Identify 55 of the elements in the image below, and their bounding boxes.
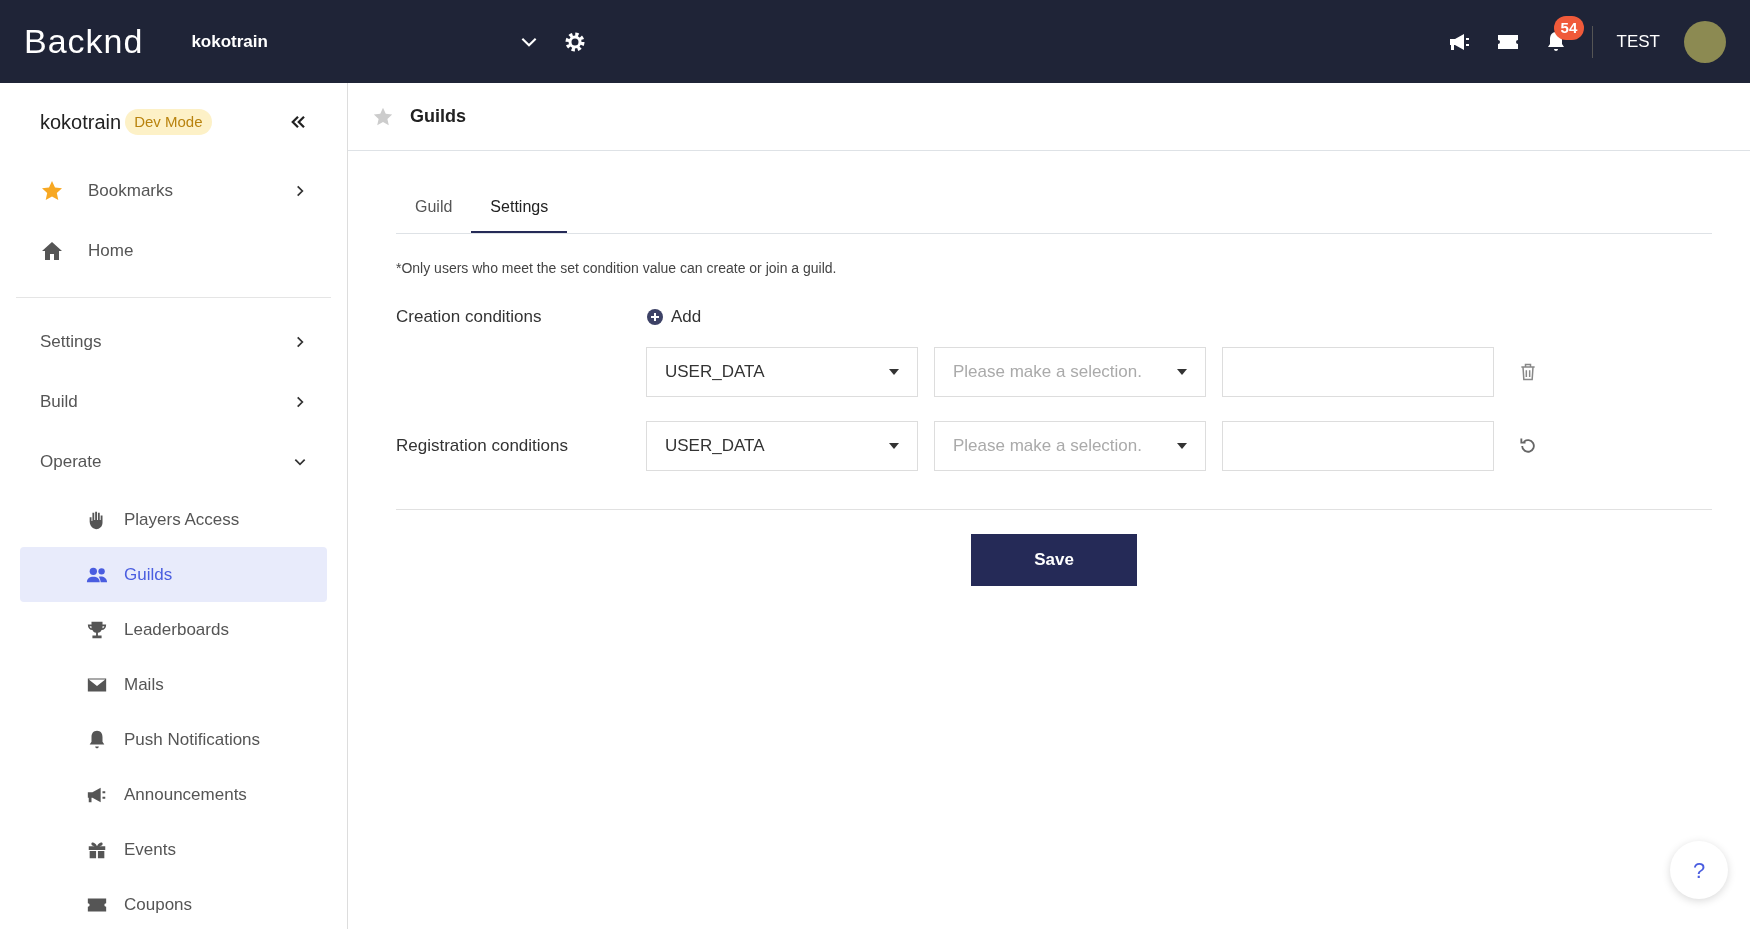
sidebar-label: Coupons [124, 893, 193, 916]
plus-circle-icon [647, 308, 663, 325]
sidebar-item[interactable]: Players Access [20, 492, 327, 547]
type-dropdown[interactable]: USER_DATA [646, 346, 918, 397]
star-icon [40, 179, 64, 203]
tab[interactable]: Guild [396, 183, 472, 233]
trash-icon[interactable] [1518, 361, 1538, 382]
condition-label: Creation conditions [396, 306, 543, 328]
sidebar-section[interactable]: Operate [20, 432, 327, 492]
save-button[interactable]: Save [971, 533, 1137, 586]
sidebar-item[interactable]: Home [20, 221, 327, 281]
sidebar-item[interactable]: Push Notifications [20, 712, 327, 767]
help-button[interactable]: ? [1670, 841, 1728, 899]
value-field[interactable] [1222, 420, 1494, 471]
condition-label: Registration conditions [396, 434, 569, 457]
project-name[interactable]: kokotrain [191, 28, 472, 55]
sidebar-label: Events [124, 838, 176, 861]
sidebar-label: Home [88, 240, 134, 263]
sidebar-item[interactable]: Bookmarks [20, 161, 327, 221]
sidebar-item[interactable]: Guilds [20, 547, 327, 602]
sidebar-label: Push Notifications [124, 728, 261, 751]
user-name[interactable]: TEST [1616, 28, 1660, 55]
add-button[interactable]: Add [646, 303, 703, 331]
sidebar-label: Leaderboards [124, 618, 229, 641]
sidebar-label: Players Access [124, 508, 240, 531]
home-icon [40, 239, 64, 263]
caret-icon [1177, 442, 1187, 449]
type-dropdown[interactable]: USER_DATA [646, 420, 918, 471]
avatar-photo-placeholder[interactable] [1684, 20, 1726, 63]
sidebar-item[interactable]: Mails [20, 657, 327, 712]
page-title: Guilds [410, 105, 466, 128]
section-label: Operate [40, 451, 102, 474]
collapse-icon[interactable] [289, 113, 307, 131]
sidebar-item[interactable]: Leaderboards [20, 602, 327, 657]
project-title: kokotrain [40, 110, 122, 135]
section-label: Settings [40, 331, 102, 354]
info-note: *Only users who meet the set condition value can create or join a guild. [396, 259, 838, 278]
sidebar-section[interactable]: Build [20, 372, 327, 432]
dev-mode-badge: Dev Mode [125, 108, 212, 136]
logo[interactable]: Backnd [24, 16, 144, 67]
section-label: Build [40, 391, 78, 414]
tab[interactable]: Settings [471, 183, 568, 233]
caret-icon [889, 442, 899, 449]
caret-icon [1177, 368, 1187, 375]
notification-count: 54 [1553, 15, 1585, 40]
caret-icon [889, 368, 899, 375]
sidebar-item[interactable]: Events [20, 822, 327, 877]
sidebar-section[interactable]: Settings [20, 312, 327, 372]
sidebar-label: Guilds [124, 563, 173, 586]
sidebar-item[interactable]: Coupons [20, 877, 327, 929]
sidebar-label: Mails [124, 673, 164, 696]
value-field[interactable] [1222, 346, 1494, 397]
sidebar-label: Bookmarks [88, 180, 174, 203]
sidebar-item[interactable]: Announcements [20, 767, 327, 822]
sidebar-label: Announcements [124, 783, 247, 806]
